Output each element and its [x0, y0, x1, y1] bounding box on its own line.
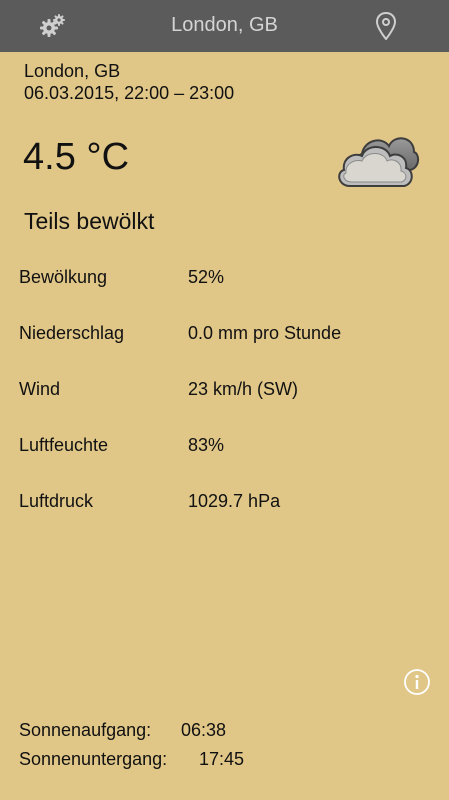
detail-label: Luftfeuchte [19, 435, 109, 455]
detail-label: Bewölkung [19, 267, 108, 287]
cloud-icon [338, 137, 420, 187]
location-name: London, GB [24, 61, 121, 81]
info-icon[interactable] [403, 668, 431, 696]
detail-label: Niederschlag [19, 323, 125, 343]
sunset-row: Sonnenuntergang: 17:45 [19, 749, 244, 778]
sunset-label: Sonnenuntergang: [19, 749, 168, 769]
temperature: 4.5 °C [23, 136, 130, 178]
details-list: Bewölkung 52% Niederschlag 0.0 mm pro St… [19, 262, 439, 542]
detail-value: 0.0 mm pro Stunde [188, 323, 342, 343]
detail-row-pressure: Luftdruck 1029.7 hPa [19, 486, 439, 542]
detail-label: Wind [19, 379, 61, 399]
detail-row-precipitation: Niederschlag 0.0 mm pro Stunde [19, 318, 439, 374]
sunrise-time: 06:38 [181, 720, 227, 740]
detail-value: 23 km/h (SW) [188, 379, 299, 399]
sunset-time: 17:45 [199, 749, 245, 769]
detail-row-wind: Wind 23 km/h (SW) [19, 374, 439, 430]
detail-row-humidity: Luftfeuchte 83% [19, 430, 439, 486]
top-bar: London, GB [0, 0, 449, 52]
detail-value: 83% [188, 435, 225, 455]
detail-value: 1029.7 hPa [188, 491, 281, 511]
sun-times: Sonnenaufgang: 06:38 Sonnenuntergang: 17… [19, 720, 244, 778]
weather-condition: Teils bewölkt [24, 208, 155, 234]
detail-row-cloudiness: Bewölkung 52% [19, 262, 439, 318]
location-block: London, GB 06.03.2015, 22:00 – 23:00 [24, 60, 234, 104]
detail-value: 52% [188, 267, 225, 287]
detail-label: Luftdruck [19, 491, 94, 511]
forecast-datetime: 06.03.2015, 22:00 – 23:00 [24, 83, 235, 103]
location-pin-icon[interactable] [376, 12, 396, 40]
sunrise-label: Sonnenaufgang: [19, 720, 152, 740]
sunrise-row: Sonnenaufgang: 06:38 [19, 720, 226, 749]
